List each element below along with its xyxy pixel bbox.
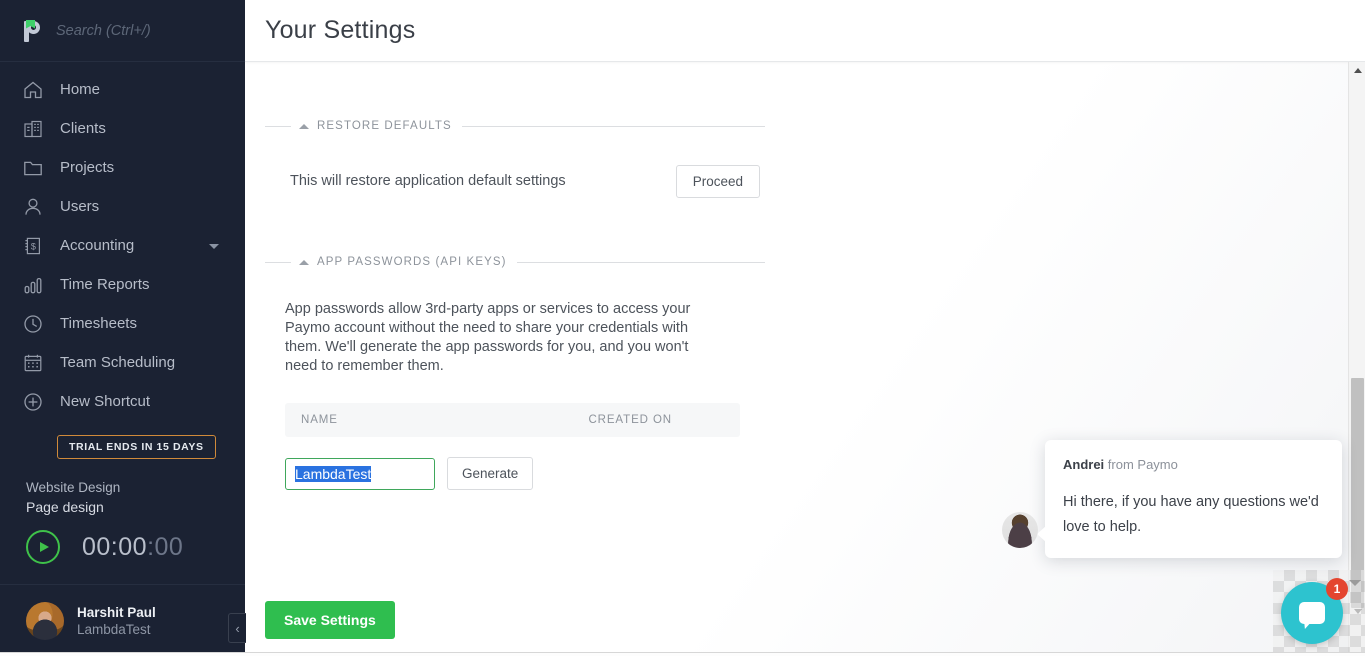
app-password-name-input[interactable]	[285, 458, 435, 490]
column-header-created-on: CREATED ON	[588, 414, 724, 426]
sidebar-item-label: Projects	[60, 159, 114, 176]
chat-unread-badge: 1	[1326, 578, 1348, 600]
vertical-scrollbar[interactable]	[1348, 62, 1365, 656]
sidebar-item-new-shortcut[interactable]: New Shortcut	[0, 382, 245, 421]
folder-icon	[22, 157, 44, 179]
trial-badge[interactable]: TRIAL ENDS IN 15 DAYS	[57, 435, 216, 459]
search-input[interactable]	[56, 23, 245, 39]
chat-sender-name: Andrei	[1063, 457, 1104, 472]
app-passwords-table-header: NAME CREATED ON	[285, 403, 740, 437]
save-settings-button[interactable]: Save Settings	[265, 601, 395, 639]
clock-icon	[22, 313, 44, 335]
chevron-up-icon[interactable]	[299, 124, 309, 129]
sidebar-item-accounting[interactable]: $ Accounting	[0, 226, 245, 265]
column-header-name: NAME	[301, 414, 588, 426]
section-rule-left	[265, 126, 291, 127]
chevron-up-icon[interactable]	[299, 260, 309, 265]
sidebar-item-clients[interactable]: Clients	[0, 109, 245, 148]
settings-footer: Save Settings	[245, 584, 1365, 656]
calendar-icon	[22, 352, 44, 374]
settings-content: RESTORE DEFAULTS This will restore appli…	[245, 62, 1365, 656]
app-passwords-description: App passwords allow 3rd-party apps or se…	[265, 300, 725, 376]
restore-defaults-row: This will restore application default se…	[265, 164, 765, 198]
chat-message-text: Hi there, if you have any questions we'd…	[1063, 490, 1324, 540]
section-title: RESTORE DEFAULTS	[317, 120, 452, 132]
building-icon	[22, 118, 44, 140]
sidebar-spacer	[0, 564, 245, 584]
sidebar-item-label: Time Reports	[60, 276, 149, 293]
timer-value-seconds: :00	[147, 533, 183, 561]
section-rule-right	[517, 262, 765, 263]
sidebar-item-label: New Shortcut	[60, 393, 150, 410]
page-header: Your Settings	[245, 0, 1365, 62]
timer-task-name: Page design	[26, 498, 245, 517]
chat-sender-line: Andrei from Paymo	[1063, 456, 1324, 473]
section-rule-right	[462, 126, 765, 127]
chat-bubble-icon	[1299, 602, 1325, 624]
user-org: LambdaTest	[77, 621, 156, 638]
sidebar-item-projects[interactable]: Projects	[0, 148, 245, 187]
sidebar-user-account[interactable]: Harshit Paul LambdaTest	[0, 584, 245, 656]
page-title: Your Settings	[265, 16, 415, 45]
play-icon[interactable]	[26, 530, 60, 564]
sidebar-item-label: Accounting	[60, 237, 134, 254]
sidebar-item-timesheets[interactable]: Timesheets	[0, 304, 245, 343]
proceed-button[interactable]: Proceed	[676, 165, 760, 198]
sidebar-item-label: Team Scheduling	[60, 354, 175, 371]
chat-message-popup[interactable]: Andrei from Paymo Hi there, if you have …	[1045, 440, 1342, 558]
chat-launcher-wrapper: 1	[1281, 582, 1343, 644]
sidebar-nav: Home Clients	[0, 62, 245, 421]
sidebar-item-team-scheduling[interactable]: Team Scheduling	[0, 343, 245, 382]
chevron-left-icon: ‹	[235, 622, 239, 635]
sidebar-item-label: Timesheets	[60, 315, 137, 332]
sidebar-item-label: Clients	[60, 120, 106, 137]
restore-defaults-description: This will restore application default se…	[290, 173, 566, 189]
sidebar-item-users[interactable]: Users	[0, 187, 245, 226]
user-name: Harshit Paul	[77, 604, 156, 621]
bar-chart-icon	[22, 274, 44, 296]
generate-password-row: Generate	[285, 457, 765, 490]
chevron-down-icon[interactable]	[209, 244, 219, 249]
sidebar: Home Clients	[0, 0, 245, 656]
app-root: Home Clients	[0, 0, 1365, 656]
active-timer: Website Design Page design 00:00:00	[0, 459, 245, 564]
chat-agent-avatar	[1002, 512, 1038, 548]
trial-badge-wrapper: TRIAL ENDS IN 15 DAYS	[0, 421, 245, 459]
plus-circle-icon	[22, 391, 44, 413]
section-rule-left	[265, 262, 291, 263]
scroll-up-arrow[interactable]	[1349, 62, 1365, 79]
ledger-dollar-icon: $	[22, 235, 44, 257]
section-header-restore-defaults[interactable]: RESTORE DEFAULTS	[265, 118, 765, 134]
avatar	[26, 602, 64, 640]
paymo-logo-icon[interactable]	[22, 19, 42, 43]
user-icon	[22, 196, 44, 218]
timer-controls: 00:00:00	[26, 530, 245, 564]
timer-project-name: Website Design	[26, 479, 245, 497]
taskbar-sliver	[0, 652, 1365, 656]
sidebar-item-time-reports[interactable]: Time Reports	[0, 265, 245, 304]
timer-value: 00:00:00	[82, 533, 183, 562]
home-icon	[22, 79, 44, 101]
timer-value-main: 00:00	[82, 533, 147, 561]
section-header-app-passwords[interactable]: APP PASSWORDS (API KEYS)	[265, 254, 765, 270]
section-title: APP PASSWORDS (API KEYS)	[317, 256, 507, 268]
user-meta: Harshit Paul LambdaTest	[77, 604, 156, 638]
sidebar-item-label: Users	[60, 198, 99, 215]
chat-collapse-arrow-icon[interactable]	[1349, 580, 1361, 586]
sidebar-item-home[interactable]: Home	[0, 70, 245, 109]
sidebar-collapse-button[interactable]: ‹	[228, 613, 246, 643]
sidebar-search-bar	[0, 0, 245, 62]
settings-content-inner: RESTORE DEFAULTS This will restore appli…	[245, 62, 765, 490]
generate-button[interactable]: Generate	[447, 457, 533, 490]
sidebar-item-label: Home	[60, 81, 100, 98]
chat-sender-suffix: from Paymo	[1104, 457, 1178, 472]
svg-text:$: $	[31, 241, 36, 251]
